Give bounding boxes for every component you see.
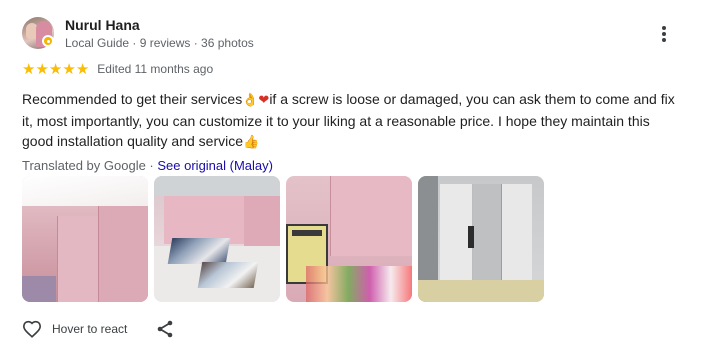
- oven-cabinet-photo[interactable]: [286, 176, 412, 302]
- translation-note: Translated by Google · See original (Mal…: [22, 158, 273, 173]
- see-original-link[interactable]: See original (Malay): [157, 158, 273, 173]
- translated-label: Translated by Google ·: [22, 158, 158, 173]
- more-options-button[interactable]: [652, 22, 676, 46]
- rating-row: ★ ★ ★ ★ ★ Edited 11 months ago: [22, 61, 213, 77]
- kitchen-rug-photo[interactable]: [154, 176, 280, 302]
- react-button[interactable]: Hover to react: [22, 320, 127, 338]
- heart-emoji-icon: ❤: [258, 93, 270, 108]
- pink-cabinet-photo[interactable]: [22, 176, 148, 302]
- star-icon: ★: [22, 60, 36, 78]
- star-icon: ★: [62, 60, 76, 78]
- ok-hand-emoji-icon: 👌: [242, 93, 259, 108]
- wardrobe-photo[interactable]: [418, 176, 544, 302]
- more-vert-icon: [662, 26, 666, 42]
- review-actions: Hover to react: [22, 318, 173, 340]
- reviewer-meta: Local Guide · 9 reviews · 36 photos: [65, 36, 254, 50]
- reviewer-name[interactable]: Nurul Hana: [65, 17, 140, 33]
- review-card: Nurul Hana Local Guide · 9 reviews · 36 …: [0, 0, 703, 358]
- star-rating: ★ ★ ★ ★ ★: [22, 61, 89, 77]
- thumbs-up-emoji-icon: 👍: [243, 135, 260, 150]
- local-guide-badge-icon: [42, 35, 54, 47]
- star-icon: ★: [75, 60, 90, 78]
- share-button[interactable]: [157, 320, 173, 338]
- review-text: Recommended to get their services👌❤if a …: [22, 89, 682, 153]
- photo-strip: [22, 176, 544, 302]
- review-text-part1: Recommended to get their services: [22, 91, 243, 107]
- share-icon: [158, 320, 173, 338]
- heart-outline-icon: [22, 320, 42, 338]
- react-label: Hover to react: [52, 322, 128, 336]
- star-icon: ★: [48, 60, 63, 78]
- edited-timestamp: Edited 11 months ago: [97, 62, 214, 76]
- star-icon: ★: [35, 60, 49, 78]
